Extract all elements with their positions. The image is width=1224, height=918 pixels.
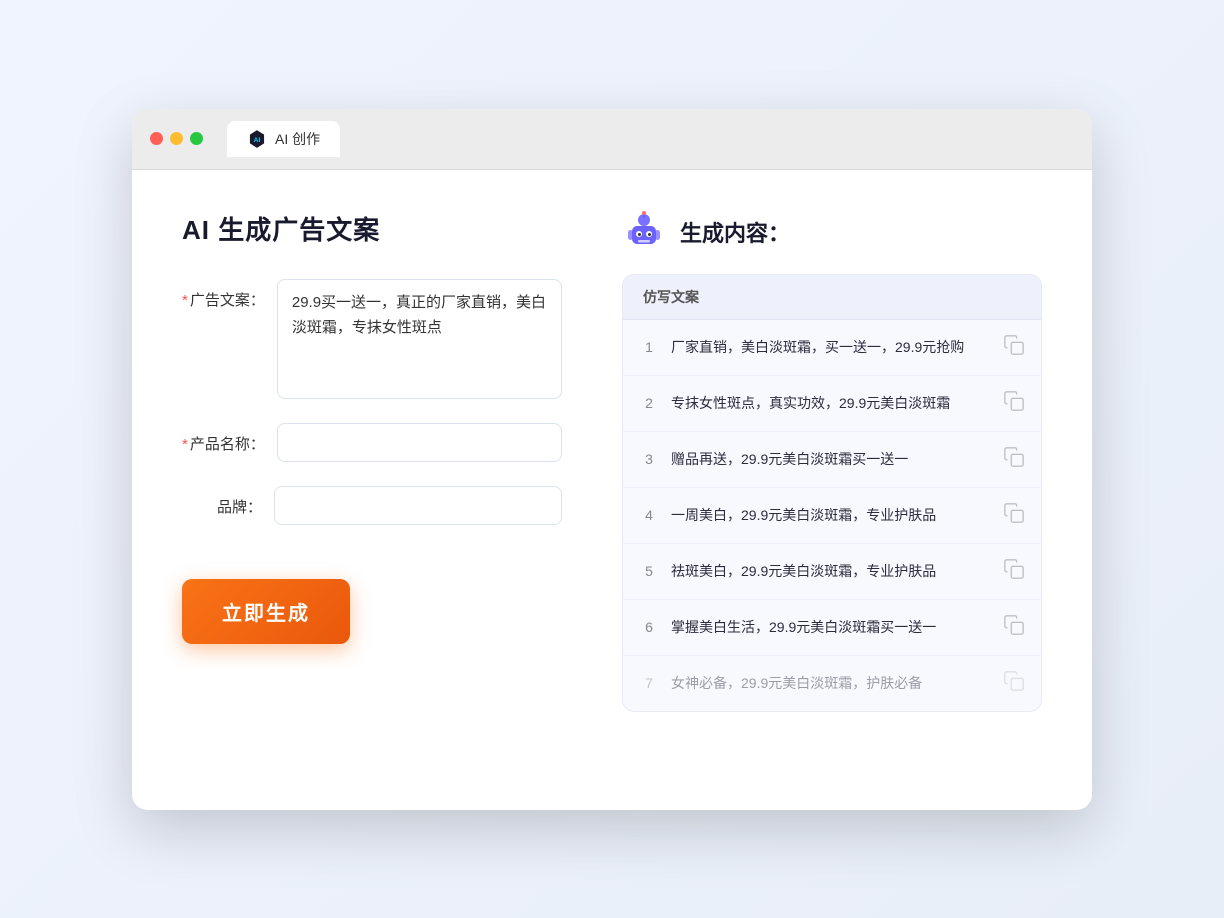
ad-copy-input[interactable]: 29.9买一送一，真正的厂家直销，美白淡斑霜，专抹女性斑点 [277,279,562,399]
copy-icon[interactable] [1003,502,1025,529]
row-number: 5 [639,563,659,579]
left-panel: AI 生成广告文案 *广告文案： 29.9买一送一，真正的厂家直销，美白淡斑霜，… [182,210,562,712]
brand-input[interactable]: 好白 [274,486,562,525]
row-text: 女神必备，29.9元美白淡斑霜，护肤必备 [671,673,991,694]
required-star-ad: * [182,292,188,309]
table-row: 2 专抹女性斑点，真实功效，29.9元美白淡斑霜 [623,376,1041,432]
row-text: 专抹女性斑点，真实功效，29.9元美白淡斑霜 [671,393,991,414]
robot-icon [622,210,666,254]
close-button[interactable] [150,132,163,145]
generate-button[interactable]: 立即生成 [182,579,350,644]
result-table: 仿写文案 1 厂家直销，美白淡斑霜，买一送一，29.9元抢购 2 专抹女性斑点，真实… [622,274,1042,712]
required-star-product: * [182,436,188,453]
brand-label: 品牌： [182,486,262,517]
svg-text:AI: AI [254,136,261,143]
table-header: 仿写文案 [623,275,1041,320]
product-name-input[interactable]: 美白淡斑霜 [277,423,562,462]
minimize-button[interactable] [170,132,183,145]
row-number: 2 [639,395,659,411]
traffic-lights [150,132,203,145]
table-row: 5 祛斑美白，29.9元美白淡斑霜，专业护肤品 [623,544,1041,600]
row-number: 4 [639,507,659,523]
row-text: 厂家直销，美白淡斑霜，买一送一，29.9元抢购 [671,337,991,358]
maximize-button[interactable] [190,132,203,145]
table-row: 7 女神必备，29.9元美白淡斑霜，护肤必备 [623,656,1041,711]
row-text: 祛斑美白，29.9元美白淡斑霜，专业护肤品 [671,561,991,582]
form-group-brand: 品牌： 好白 [182,486,562,525]
row-number: 6 [639,619,659,635]
copy-icon[interactable] [1003,334,1025,361]
copy-icon[interactable] [1003,558,1025,585]
result-header: 生成内容： [622,210,1042,254]
ad-copy-label: *广告文案： [182,279,265,310]
tab-label: AI 创作 [275,129,320,149]
table-row: 3 赠品再送，29.9元美白淡斑霜买一送一 [623,432,1041,488]
table-row: 6 掌握美白生活，29.9元美白淡斑霜买一送一 [623,600,1041,656]
row-number: 7 [639,675,659,691]
form-group-ad-copy: *广告文案： 29.9买一送一，真正的厂家直销，美白淡斑霜，专抹女性斑点 [182,279,562,399]
main-layout: AI 生成广告文案 *广告文案： 29.9买一送一，真正的厂家直销，美白淡斑霜，… [182,210,1042,712]
row-text: 掌握美白生活，29.9元美白淡斑霜买一送一 [671,617,991,638]
product-name-label: *产品名称： [182,423,265,454]
row-number: 3 [639,451,659,467]
copy-icon[interactable] [1003,614,1025,641]
result-rows-container: 1 厂家直销，美白淡斑霜，买一送一，29.9元抢购 2 专抹女性斑点，真实功效，29… [623,320,1041,711]
copy-icon[interactable] [1003,390,1025,417]
row-text: 一周美白，29.9元美白淡斑霜，专业护肤品 [671,505,991,526]
ai-tab-icon: AI [247,129,267,149]
row-text: 赠品再送，29.9元美白淡斑霜买一送一 [671,449,991,470]
form-group-product-name: *产品名称： 美白淡斑霜 [182,423,562,462]
row-number: 1 [639,339,659,355]
table-row: 4 一周美白，29.9元美白淡斑霜，专业护肤品 [623,488,1041,544]
right-panel: 生成内容： 仿写文案 1 厂家直销，美白淡斑霜，买一送一，29.9元抢购 2 专抹女… [622,210,1042,712]
copy-icon[interactable] [1003,670,1025,697]
result-title: 生成内容： [680,216,790,248]
browser-toolbar: AI AI 创作 [132,109,1092,170]
copy-icon[interactable] [1003,446,1025,473]
browser-tab[interactable]: AI AI 创作 [227,121,340,157]
browser-window: AI AI 创作 AI 生成广告文案 *广告文案： 29.9买一送一，真正的厂家… [132,109,1092,810]
browser-content: AI 生成广告文案 *广告文案： 29.9买一送一，真正的厂家直销，美白淡斑霜，… [132,170,1092,810]
page-title: AI 生成广告文案 [182,210,562,247]
table-row: 1 厂家直销，美白淡斑霜，买一送一，29.9元抢购 [623,320,1041,376]
